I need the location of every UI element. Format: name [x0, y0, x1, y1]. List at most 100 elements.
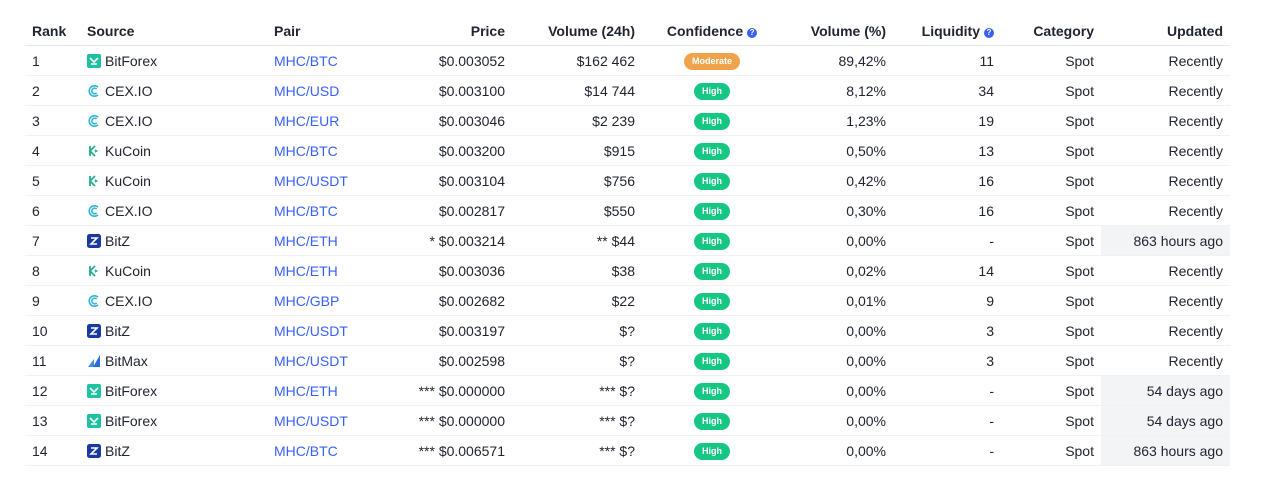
- cell-updated: 863 hours ago: [1101, 435, 1230, 466]
- cell-liquidity: 11: [893, 45, 1001, 76]
- exchange-name: BitForex: [105, 382, 158, 399]
- pair-link[interactable]: MHC/GBP: [274, 293, 339, 309]
- cell-confidence: High: [642, 105, 782, 136]
- cell-source[interactable]: KuCoin: [80, 135, 267, 166]
- cell-source[interactable]: CEX.IO: [80, 105, 267, 136]
- bitz-icon: [87, 323, 101, 338]
- exchange-link[interactable]: CEX.IO: [87, 293, 260, 309]
- cell-updated: Recently: [1101, 165, 1230, 196]
- header-updated[interactable]: Updated: [1101, 16, 1230, 46]
- exchange-link[interactable]: KuCoin: [87, 263, 260, 279]
- cell-updated: Recently: [1101, 195, 1230, 226]
- cell-category: Spot: [1001, 405, 1101, 436]
- exchange-link[interactable]: CEX.IO: [87, 203, 260, 219]
- pair-link[interactable]: MHC/EUR: [274, 113, 339, 129]
- header-volume-pct[interactable]: Volume (%): [782, 16, 893, 46]
- table-row: 10 BitZ MHC/USDT $0.003197 $? High 0,00% 3 Spot R…: [25, 315, 1230, 346]
- exchange-link[interactable]: BitMax: [87, 353, 260, 369]
- header-rank[interactable]: Rank: [25, 16, 80, 46]
- pair-link[interactable]: MHC/USDT: [274, 323, 348, 339]
- cell-liquidity: 14: [893, 255, 1001, 286]
- cell-confidence: High: [642, 315, 782, 346]
- header-liquidity[interactable]: Liquidity?: [893, 16, 1001, 46]
- exchange-link[interactable]: BitForex: [87, 413, 260, 429]
- cell-liquidity: 19: [893, 105, 1001, 136]
- cell-category: Spot: [1001, 105, 1101, 136]
- cell-volume-pct: 0,42%: [782, 165, 893, 196]
- cell-source[interactable]: CEX.IO: [80, 285, 267, 316]
- header-volume[interactable]: Volume (24h): [512, 16, 642, 46]
- exchange-link[interactable]: BitForex: [87, 53, 260, 69]
- exchange-name: KuCoin: [105, 172, 151, 189]
- cell-source[interactable]: BitZ: [80, 435, 267, 466]
- cell-updated: 54 days ago: [1101, 405, 1230, 436]
- header-row: Rank Source Pair Price Volume (24h) Conf…: [25, 16, 1230, 46]
- cell-source[interactable]: CEX.IO: [80, 195, 267, 226]
- confidence-badge: High: [694, 83, 730, 100]
- exchange-link[interactable]: CEX.IO: [87, 113, 260, 129]
- cell-source[interactable]: CEX.IO: [80, 75, 267, 106]
- cell-price: $0.003036: [377, 255, 512, 286]
- pair-link[interactable]: MHC/ETH: [274, 383, 338, 399]
- pair-link[interactable]: MHC/BTC: [274, 443, 338, 459]
- exchange-link[interactable]: CEX.IO: [87, 83, 260, 99]
- cell-pair: MHC/BTC: [267, 435, 377, 466]
- table-row: 8 KuCoin MHC/ETH $0.003036 $38 High 0,02% 14 Spo…: [25, 255, 1230, 286]
- pair-link[interactable]: MHC/USDT: [274, 353, 348, 369]
- cell-pair: MHC/USDT: [267, 315, 377, 346]
- cell-liquidity: 34: [893, 75, 1001, 106]
- header-category[interactable]: Category: [1001, 16, 1101, 46]
- cell-volume: $22: [512, 285, 642, 316]
- cell-source[interactable]: BitMax: [80, 345, 267, 376]
- cell-rank: 1: [25, 45, 80, 76]
- pair-link[interactable]: MHC/USDT: [274, 173, 348, 189]
- cell-confidence: High: [642, 75, 782, 106]
- pair-link[interactable]: MHC/BTC: [274, 143, 338, 159]
- exchange-link[interactable]: KuCoin: [87, 173, 260, 189]
- pair-link[interactable]: MHC/ETH: [274, 263, 338, 279]
- markets-table: Rank Source Pair Price Volume (24h) Conf…: [25, 16, 1230, 466]
- cell-confidence: High: [642, 165, 782, 196]
- header-confidence[interactable]: Confidence?: [642, 16, 782, 46]
- cell-liquidity: -: [893, 375, 1001, 406]
- pair-link[interactable]: MHC/BTC: [274, 203, 338, 219]
- cell-source[interactable]: KuCoin: [80, 165, 267, 196]
- table-row: 7 BitZ MHC/ETH * $0.003214 ** $44 High 0,00% - S…: [25, 225, 1230, 256]
- cell-liquidity: -: [893, 435, 1001, 466]
- header-pair[interactable]: Pair: [267, 16, 377, 46]
- cell-source[interactable]: BitForex: [80, 45, 267, 76]
- cell-category: Spot: [1001, 45, 1101, 76]
- cell-updated: Recently: [1101, 285, 1230, 316]
- cell-volume: $14 744: [512, 75, 642, 106]
- exchange-link[interactable]: BitZ: [87, 233, 260, 249]
- exchange-link[interactable]: BitZ: [87, 323, 260, 339]
- pair-link[interactable]: MHC/USDT: [274, 413, 348, 429]
- exchange-link[interactable]: BitZ: [87, 443, 260, 459]
- cell-volume-pct: 0,02%: [782, 255, 893, 286]
- cell-volume: $915: [512, 135, 642, 166]
- pair-link[interactable]: MHC/USD: [274, 83, 339, 99]
- cell-source[interactable]: BitForex: [80, 405, 267, 436]
- liquidity-help-icon[interactable]: ?: [984, 27, 994, 38]
- cell-rank: 2: [25, 75, 80, 106]
- exchange-link[interactable]: BitForex: [87, 383, 260, 399]
- confidence-help-icon[interactable]: ?: [747, 27, 758, 38]
- cell-category: Spot: [1001, 315, 1101, 346]
- pair-link[interactable]: MHC/BTC: [274, 53, 338, 69]
- pair-link[interactable]: MHC/ETH: [274, 233, 338, 249]
- confidence-badge: High: [694, 293, 730, 310]
- cell-rank: 12: [25, 375, 80, 406]
- header-price[interactable]: Price: [377, 16, 512, 46]
- cell-volume: $?: [512, 345, 642, 376]
- cell-price: $0.003052: [377, 45, 512, 76]
- cell-updated: Recently: [1101, 105, 1230, 136]
- exchange-name: KuCoin: [105, 142, 151, 159]
- header-source[interactable]: Source: [80, 16, 267, 46]
- cell-source[interactable]: BitZ: [80, 315, 267, 346]
- cell-volume: *** $?: [512, 405, 642, 436]
- cell-source[interactable]: BitForex: [80, 375, 267, 406]
- exchange-link[interactable]: KuCoin: [87, 143, 260, 159]
- cell-source[interactable]: KuCoin: [80, 255, 267, 286]
- cell-updated: Recently: [1101, 75, 1230, 106]
- cell-source[interactable]: BitZ: [80, 225, 267, 256]
